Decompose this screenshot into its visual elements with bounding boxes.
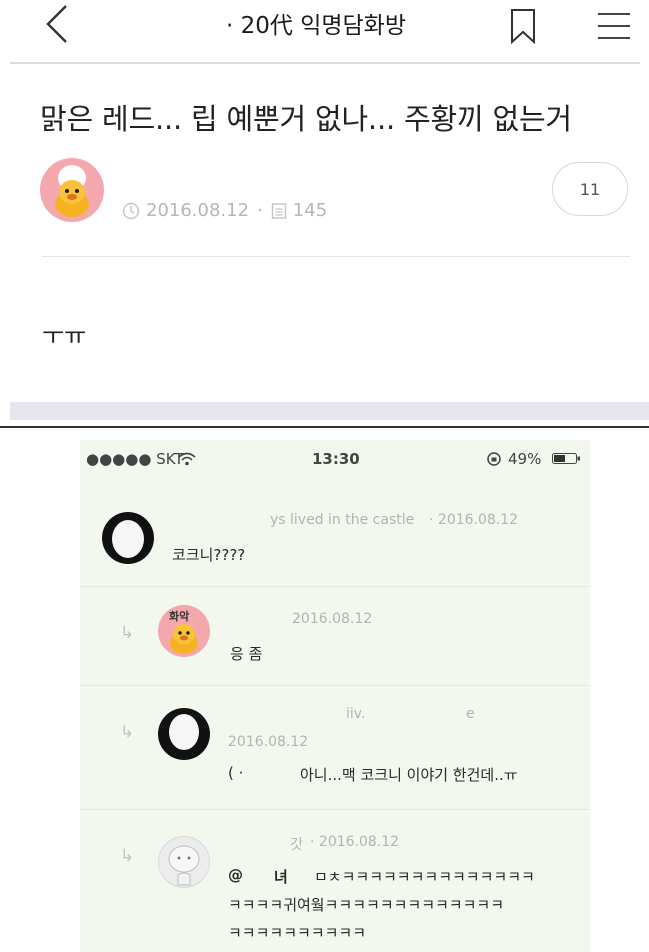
bookmark-button[interactable] bbox=[506, 6, 540, 46]
character-face-icon bbox=[168, 845, 200, 886]
hamburger-menu-icon bbox=[598, 13, 630, 39]
commenter-avatar[interactable] bbox=[102, 512, 154, 564]
comment-author: ys lived in the castle bbox=[270, 512, 415, 528]
comments-screen: ●●●●● SKT 13:30 49% ys lived in the cast… bbox=[80, 440, 590, 952]
status-bar: ●●●●● SKT 13:30 49% bbox=[80, 440, 590, 484]
comment-text-line: ㅋㅋㅋㅋ귀여웤ㅋㅋㅋㅋㅋㅋㅋㅋㅋㅋㅋㅋㅋ bbox=[228, 896, 505, 914]
reply-arrow-icon: ↳ bbox=[120, 846, 135, 866]
carrier: ●●●●● SKT bbox=[86, 450, 184, 468]
author-avatar[interactable] bbox=[40, 158, 104, 222]
comment-text-line: ㅁㅊㅋㅋㅋㅋㅋㅋㅋㅋㅋㅋㅋㅋㅋㅋ bbox=[314, 868, 535, 886]
comment-author-extra: e bbox=[466, 706, 475, 722]
comment-text: 코크니???? bbox=[172, 546, 246, 564]
commenter-avatar[interactable]: 화악 bbox=[158, 605, 210, 657]
header-divider bbox=[10, 62, 640, 64]
section-band bbox=[10, 402, 649, 420]
commenter-avatar[interactable] bbox=[158, 836, 210, 888]
battery-icon bbox=[552, 453, 580, 464]
reply-item: ↳ iiv. e 2016.08.12 ( · 아니...맥 코크니 이야기 한… bbox=[80, 686, 590, 809]
wifi-icon bbox=[178, 452, 196, 466]
battery-percent: 49% bbox=[508, 450, 542, 468]
avatar-label: 화악 bbox=[169, 610, 190, 623]
comment-author: 갓 bbox=[290, 837, 303, 853]
meta-dot: · bbox=[257, 200, 263, 221]
mention-at: @ bbox=[228, 866, 243, 884]
bookmark-icon bbox=[511, 9, 535, 45]
post-title: 맑은 레드... 립 예뿐거 없나... 주황끼 없는거 bbox=[40, 102, 572, 136]
comment-date: 2016.08.12 bbox=[292, 611, 373, 627]
reply-item: ↳ 갓 · 2016.08.12 @ 녀 ㅁㅊㅋㅋㅋㅋㅋㅋㅋㅋㅋㅋㅋㅋㅋㅋ ㅋㅋ… bbox=[80, 810, 590, 952]
comment-date-value: 2016.08.12 bbox=[318, 834, 400, 850]
screenshot-separator bbox=[0, 426, 649, 428]
post-divider bbox=[42, 256, 630, 257]
post-body: ㅜㅠ bbox=[42, 322, 87, 350]
comment-date-value: 2016.08.12 bbox=[437, 512, 519, 528]
comment-text: 아니...맥 코크니 이야기 한건데..ㅠ bbox=[300, 766, 518, 784]
document-icon bbox=[271, 202, 286, 219]
comment-item: ys lived in the castle · 2016.08.12 코크니?… bbox=[80, 496, 590, 586]
duck-character-icon bbox=[55, 165, 89, 217]
comment-count-button[interactable]: 11 bbox=[552, 162, 628, 216]
comment-text-line: ㅋㅋㅋㅋㅋㅋㅋㅋㅋㅋ bbox=[228, 924, 367, 942]
commenter-avatar[interactable] bbox=[158, 708, 210, 760]
comment-date: · 2016.08.12 bbox=[429, 512, 519, 528]
avatar-face bbox=[112, 520, 144, 558]
back-chevron-icon bbox=[46, 5, 67, 43]
reply-arrow-icon: ↳ bbox=[120, 623, 135, 643]
post-meta: 2016.08.12 · 145 bbox=[122, 200, 327, 221]
post-views: 145 bbox=[292, 200, 328, 221]
status-time: 13:30 bbox=[312, 450, 360, 468]
comment-date: 2016.08.12 bbox=[228, 734, 309, 750]
comment-text: 응 좀 bbox=[230, 645, 263, 663]
top-header: · 20代 익명담화방 bbox=[0, 0, 649, 64]
clock-icon bbox=[122, 202, 140, 219]
avatar-face bbox=[169, 714, 199, 750]
comment-author: iiv. bbox=[346, 706, 366, 722]
rotation-lock-icon bbox=[487, 452, 501, 466]
post-date: 2016.08.12 bbox=[146, 200, 250, 221]
reply-arrow-icon: ↳ bbox=[120, 722, 135, 742]
reply-item: ↳ 화악 2016.08.12 응 좀 bbox=[80, 587, 590, 685]
mention-name: 녀 bbox=[274, 868, 288, 886]
comment-date: · 2016.08.12 bbox=[310, 834, 400, 850]
back-button[interactable] bbox=[38, 2, 78, 46]
room-title: · 20代 익명담화방 bbox=[226, 13, 406, 39]
menu-button[interactable] bbox=[594, 8, 634, 42]
comment-mention: ( · bbox=[228, 764, 244, 782]
